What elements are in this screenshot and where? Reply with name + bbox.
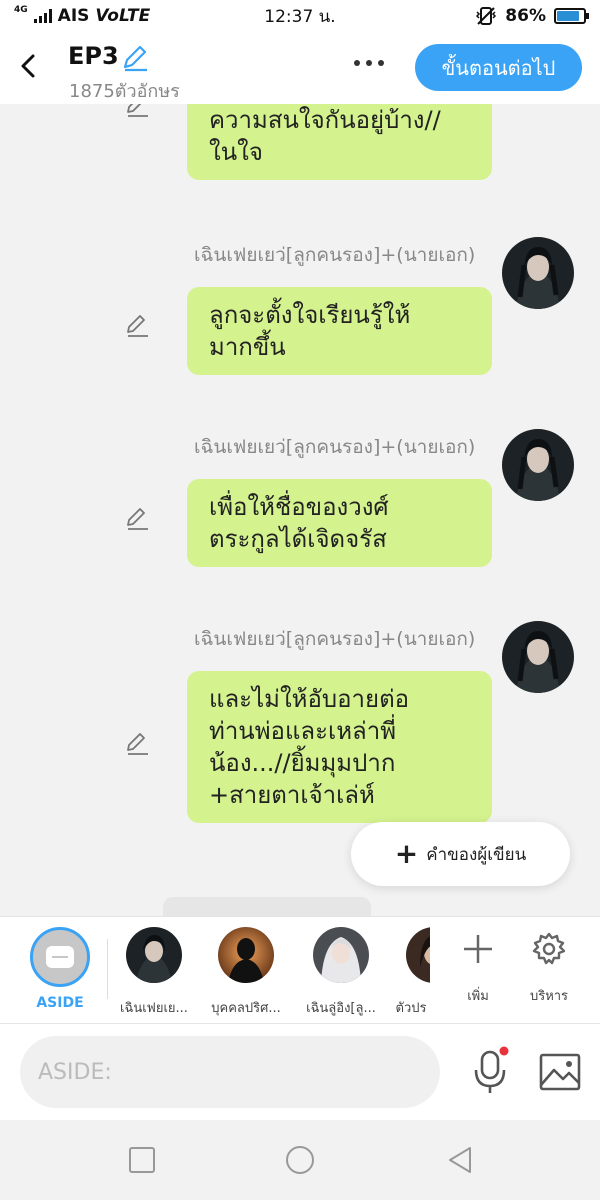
aside-icon — [30, 927, 90, 987]
character-item[interactable]: เฉินเฟยเย... — [112, 927, 196, 1018]
divider — [107, 939, 108, 999]
status-right: 86% — [475, 6, 589, 26]
add-character-button[interactable]: เพิ่ม — [448, 931, 508, 1006]
battery-percent: 86% — [505, 6, 546, 26]
header: EP3 1875ตัวอักษร ขั้นตอนต่อไป — [0, 32, 600, 104]
character-count: 1875ตัวอักษร — [69, 81, 180, 102]
plus-icon — [464, 935, 492, 963]
avatar[interactable] — [502, 429, 574, 501]
edit-message-icon[interactable] — [124, 104, 150, 118]
add-label: เพิ่ม — [467, 989, 489, 1004]
author-note-label: คำของผู้เขียน — [426, 844, 527, 865]
more-options-button[interactable] — [354, 60, 384, 66]
signal-icon — [33, 9, 52, 23]
author-note-button[interactable]: + คำของผู้เขียน — [351, 822, 570, 886]
status-bar: 4G AIS VoLTE 12:37 น. 86% — [0, 0, 600, 32]
avatar[interactable] — [502, 237, 574, 309]
message-sender: เฉินเฟยเยว่[ลูกคนรอง]+(นายเอก) — [194, 628, 476, 650]
back-button[interactable] — [16, 52, 40, 80]
navigation-bar — [0, 1120, 600, 1200]
next-step-button[interactable]: ขั้นตอนต่อไป — [415, 44, 582, 91]
edit-title-icon[interactable] — [120, 42, 150, 72]
character-aside[interactable]: ASIDE — [30, 927, 90, 1011]
avatar — [218, 927, 274, 983]
notification-dot — [499, 1046, 509, 1056]
battery-level — [557, 11, 580, 21]
avatar[interactable] — [502, 621, 574, 693]
message-input[interactable] — [20, 1036, 440, 1108]
message-bubble[interactable]: ลูกจะตั้งใจเรียนรู้ให้ มากขึ้น — [187, 287, 492, 375]
avatar — [406, 927, 430, 983]
back-nav-icon[interactable] — [444, 1144, 476, 1176]
home-icon[interactable] — [284, 1144, 316, 1176]
character-item[interactable]: ตัวปร — [392, 927, 430, 1018]
network-type: 4G — [14, 5, 28, 15]
character-bar: ASIDE เฉินเฟยเย... บุคคลปริศ... เฉินลู่อ… — [0, 916, 600, 1024]
input-bar — [0, 1024, 600, 1120]
carrier-name: AIS — [57, 6, 90, 26]
edit-message-icon[interactable] — [124, 730, 150, 756]
image-icon[interactable] — [538, 1052, 582, 1092]
edit-message-icon[interactable] — [124, 312, 150, 338]
manage-label: บริหาร — [529, 989, 569, 1004]
message-sender: เฉินเฟยเยว่[ลูกคนรอง]+(นายเอก) — [194, 244, 476, 266]
manage-button[interactable]: บริหาร — [519, 931, 579, 1006]
volte-label: VoLTE — [95, 6, 151, 26]
status-left: 4G AIS VoLTE — [14, 5, 151, 26]
page-title: EP3 — [68, 42, 119, 70]
character-item[interactable]: เฉินลู่อิง[ลู... — [298, 927, 384, 1018]
character-label: บุคคลปริศ... — [211, 1001, 281, 1016]
recent-apps-icon[interactable] — [126, 1144, 158, 1176]
partial-message-bubble[interactable] — [163, 897, 371, 916]
gear-icon — [532, 932, 566, 965]
message-bubble[interactable]: และไม่ให้อับอายต่อ ท่านพ่อและเหล่าพี่ น้… — [187, 671, 492, 823]
vibrate-icon — [476, 7, 497, 25]
message-bubble[interactable]: ความสนใจกันอยู่บ้าง// ในใจ — [187, 104, 492, 180]
character-label: ตัวปร — [395, 1001, 427, 1016]
chat-area: ความสนใจกันอยู่บ้าง// ในใจ เฉินเฟยเยว่[ล… — [0, 104, 600, 916]
message-bubble[interactable]: เพื่อให้ชื่อของวงศ์ ตระกูลได้เจิดจรัส — [187, 479, 492, 567]
avatar — [313, 927, 369, 983]
edit-message-icon[interactable] — [124, 505, 150, 531]
avatar — [126, 927, 182, 983]
character-label: เฉินเฟยเย... — [120, 1001, 188, 1016]
character-item[interactable]: บุคคลปริศ... — [203, 927, 289, 1018]
character-label: เฉินลู่อิง[ลู... — [306, 1001, 376, 1016]
plus-icon: + — [394, 837, 419, 870]
aside-label: ASIDE — [36, 995, 84, 1011]
battery-icon — [554, 8, 589, 24]
message-sender: เฉินเฟยเยว่[ลูกคนรอง]+(นายเอก) — [194, 436, 476, 458]
microphone-icon[interactable] — [470, 1046, 510, 1096]
